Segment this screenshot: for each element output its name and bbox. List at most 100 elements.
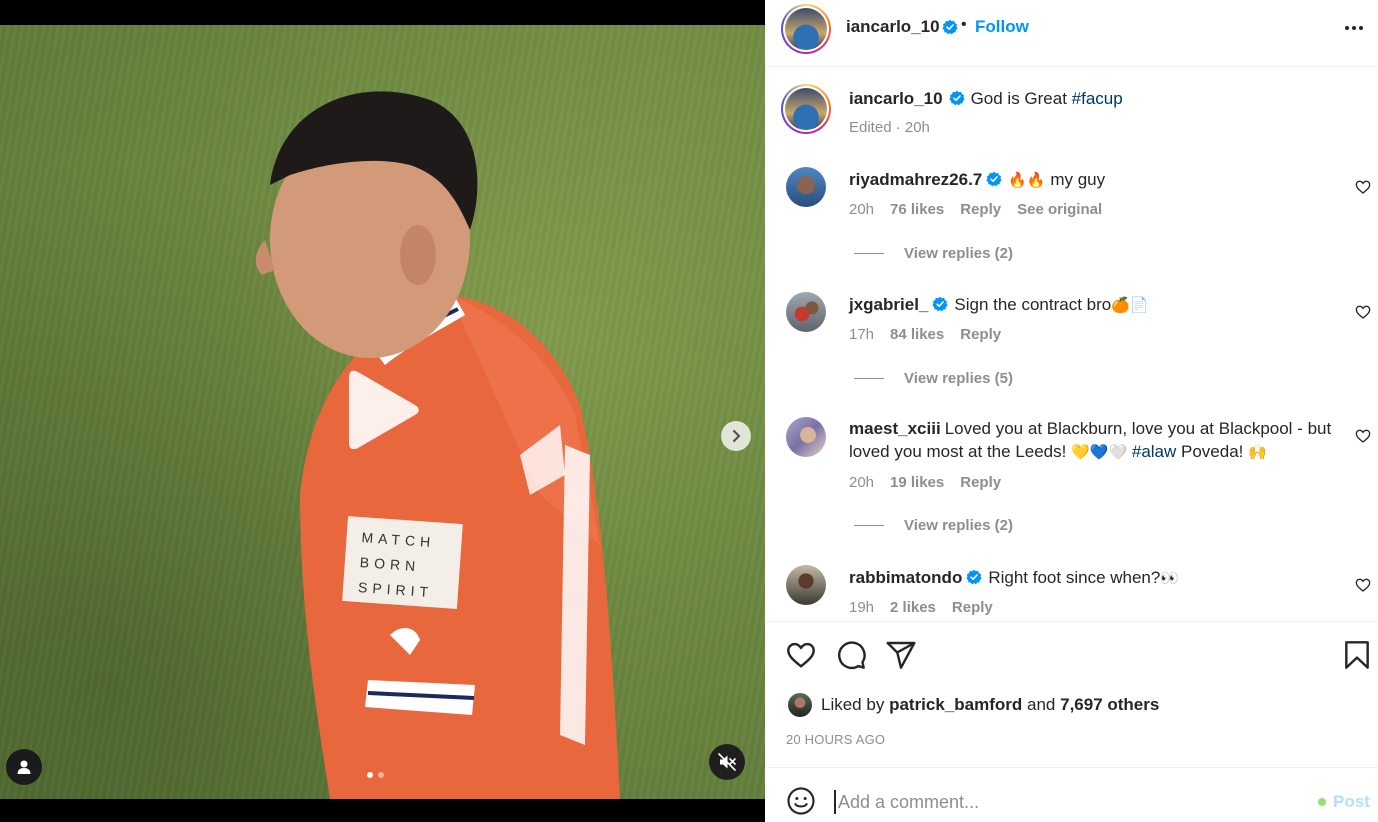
follow-button[interactable]: Follow bbox=[975, 17, 1029, 37]
caption-username[interactable]: iancarlo_10 bbox=[849, 89, 943, 108]
liked-by: Liked by patrick_bamford and 7,697 other… bbox=[788, 693, 1159, 717]
caption-body: God is Great bbox=[970, 89, 1067, 108]
author-avatar[interactable] bbox=[781, 4, 831, 54]
caption-text: iancarlo_10 God is Great #facup bbox=[849, 87, 1338, 110]
liked-by-prefix: Liked by bbox=[821, 695, 885, 714]
user-tag-icon bbox=[17, 760, 31, 774]
author-username[interactable]: iancarlo_10 bbox=[846, 17, 940, 37]
comment-time: 20h bbox=[849, 201, 875, 218]
mute-button[interactable] bbox=[709, 744, 745, 780]
commenter-username[interactable]: riyadmahrez26.7 bbox=[849, 170, 982, 189]
next-slide-button[interactable] bbox=[721, 421, 751, 451]
commenter-username[interactable]: rabbimatondo bbox=[849, 568, 962, 587]
comment-likes[interactable]: 76 likes bbox=[890, 201, 944, 218]
verified-badge-icon bbox=[948, 90, 965, 106]
replies-divider bbox=[854, 525, 884, 526]
comment-emoji: 🍊📄 bbox=[1111, 296, 1149, 314]
liked-by-joiner: and bbox=[1027, 695, 1056, 714]
view-replies-label: View replies (5) bbox=[904, 370, 1013, 387]
comment-likes[interactable]: 84 likes bbox=[890, 326, 944, 343]
view-replies-label: View replies (2) bbox=[904, 517, 1013, 534]
more-options-button[interactable] bbox=[1341, 17, 1367, 39]
comment-body-line2: loved you most at the Leeds! bbox=[849, 442, 1067, 461]
header-separator: • bbox=[961, 16, 967, 33]
comment-reply-button[interactable]: Reply bbox=[960, 326, 1001, 343]
comment-body-line1: Loved you at Blackburn, love you at Blac… bbox=[944, 419, 1332, 438]
commenter-avatar[interactable] bbox=[786, 292, 826, 332]
caption-hashtag[interactable]: #facup bbox=[1072, 89, 1123, 108]
play-button[interactable] bbox=[343, 369, 423, 450]
caption-avatar-image bbox=[785, 88, 827, 130]
comment-likes[interactable]: 2 likes bbox=[890, 599, 936, 616]
comment-emoji: 💛💙🤍 bbox=[1071, 443, 1128, 461]
more-options-icon bbox=[1345, 26, 1349, 30]
more-options-dot bbox=[1359, 26, 1363, 30]
post-details-panel: iancarlo_10 • Follow iancarlo_10 God is G… bbox=[765, 0, 1378, 822]
comment-hashtag[interactable]: #alaw bbox=[1132, 442, 1176, 461]
replies-divider bbox=[854, 378, 884, 379]
tagged-users-button[interactable] bbox=[6, 749, 42, 785]
comment-text: riyadmahrez26.7 🔥🔥 my guy bbox=[849, 168, 1338, 192]
liked-by-others[interactable]: 7,697 others bbox=[1060, 695, 1159, 715]
comment-emoji: 🔥🔥 bbox=[1008, 171, 1046, 189]
comment-body: my guy bbox=[1050, 170, 1106, 189]
comment-body: Sign the contract bro bbox=[954, 295, 1112, 314]
commenter-avatar[interactable] bbox=[786, 167, 826, 207]
slide-indicator bbox=[367, 772, 384, 778]
more-options-dot bbox=[1352, 26, 1356, 30]
comment-meta: 17h 84 likes Reply bbox=[849, 326, 1001, 343]
comment-like-heart-icon[interactable] bbox=[1355, 428, 1371, 444]
post-label: Post bbox=[1333, 792, 1370, 811]
caption-author-avatar[interactable] bbox=[781, 84, 831, 134]
comment-body: Right foot since when? bbox=[988, 568, 1161, 587]
commenter-username[interactable]: jxgabriel_ bbox=[849, 295, 928, 314]
comment-body-line2-end: Poveda! bbox=[1181, 442, 1244, 461]
verified-badge-icon bbox=[932, 296, 948, 312]
comment-reply-button[interactable]: Reply bbox=[960, 474, 1001, 491]
liked-by-user[interactable]: patrick_bamford bbox=[889, 695, 1022, 715]
mute-icon bbox=[718, 753, 736, 771]
comment-icon[interactable] bbox=[835, 639, 867, 671]
comment-meta: 20h 76 likes Reply See original bbox=[849, 201, 1102, 218]
comment-like-heart-icon[interactable] bbox=[1355, 179, 1371, 195]
view-replies-button[interactable]: View replies (2) bbox=[854, 517, 1013, 534]
verified-badge-icon bbox=[966, 569, 982, 585]
comment-likes[interactable]: 19 likes bbox=[890, 474, 944, 491]
comment-item: maest_xciii Loved you at Blackburn, love … bbox=[765, 417, 1378, 537]
caption-edited-time: Edited · 20h bbox=[849, 119, 930, 136]
comment-text: jxgabriel_ Sign the contract bro🍊📄 bbox=[849, 293, 1338, 317]
comment-item: riyadmahrez26.7 🔥🔥 my guy 20h 76 likes Re… bbox=[765, 167, 1378, 267]
comment-reply-button[interactable]: Reply bbox=[960, 201, 1001, 218]
view-replies-button[interactable]: View replies (5) bbox=[854, 370, 1013, 387]
commenter-avatar[interactable] bbox=[786, 417, 826, 457]
comment-reply-button[interactable]: Reply bbox=[952, 599, 993, 616]
comment-time: 17h bbox=[849, 326, 875, 343]
comment-item: rabbimatondo Right foot since when?👀 19h … bbox=[765, 565, 1378, 621]
heart-icon[interactable] bbox=[785, 639, 817, 671]
comment-time: 19h bbox=[849, 599, 875, 616]
comment-item: jxgabriel_ Sign the contract bro🍊📄 17h 84… bbox=[765, 292, 1378, 392]
caption-meta: Edited · 20h bbox=[849, 119, 930, 136]
see-original-button[interactable]: See original bbox=[1017, 201, 1102, 218]
view-replies-button[interactable]: View replies (2) bbox=[854, 245, 1013, 262]
post-timestamp[interactable]: 20 HOURS AGO bbox=[786, 732, 885, 747]
liker-avatar[interactable] bbox=[788, 693, 812, 717]
post-actions: Liked by patrick_bamford and 7,697 other… bbox=[765, 621, 1378, 767]
comment-text: rabbimatondo Right foot since when?👀 bbox=[849, 566, 1338, 590]
comment-input[interactable] bbox=[834, 790, 1304, 814]
comments-list[interactable]: iancarlo_10 God is Great #facup Edited · … bbox=[765, 67, 1378, 621]
bookmark-icon[interactable] bbox=[1341, 639, 1373, 671]
commenter-avatar[interactable] bbox=[786, 565, 826, 605]
commenter-username[interactable]: maest_xciii bbox=[849, 419, 941, 438]
video-frame[interactable]: MATCH BORN SPIRIT bbox=[0, 25, 765, 799]
author-avatar-image bbox=[785, 8, 827, 50]
share-icon[interactable] bbox=[885, 639, 917, 671]
comment-emoji-2: 🙌 bbox=[1248, 443, 1267, 461]
post-media[interactable]: MATCH BORN SPIRIT bbox=[0, 0, 765, 822]
emoji-icon[interactable] bbox=[786, 786, 816, 816]
comment-meta: 20h 19 likes Reply bbox=[849, 474, 1001, 491]
comment-like-heart-icon[interactable] bbox=[1355, 577, 1371, 593]
comment-like-heart-icon[interactable] bbox=[1355, 304, 1371, 320]
verified-badge-icon bbox=[986, 171, 1002, 187]
post-comment-button[interactable]: Post bbox=[1318, 792, 1370, 812]
